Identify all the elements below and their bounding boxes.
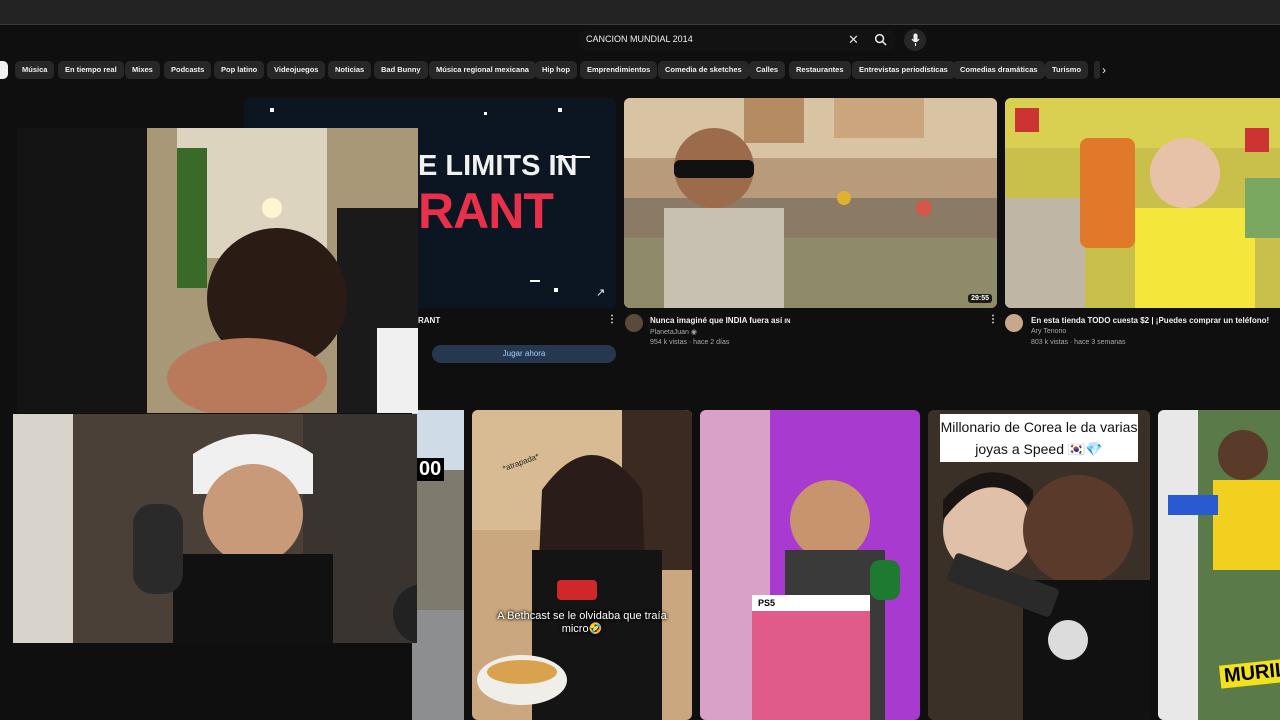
chevron-right-icon[interactable]: › — [1102, 63, 1106, 77]
search-box[interactable]: CANCION MUNDIAL 2014 ✕ — [578, 29, 896, 51]
thumbnail-art — [412, 410, 464, 720]
webcam-feed — [13, 414, 417, 643]
more-vert-icon[interactable]: ⋮ — [607, 314, 617, 325]
video-title[interactable]: Nunca imaginé que INDIA fuera así IN — [650, 316, 790, 325]
thumbnail-text-1: E LIMITS IN — [418, 150, 578, 182]
avatar[interactable] — [625, 314, 643, 332]
short-thumbnail[interactable]: PS5 — [700, 410, 920, 720]
verified-icon: ◉ — [690, 329, 697, 336]
thumbnail-art — [624, 98, 997, 308]
thumbnail-text-2: RANT — [418, 183, 554, 239]
chip-turismo[interactable]: Turismo — [1045, 61, 1089, 79]
voice-search-button[interactable] — [904, 29, 926, 51]
channel-name[interactable]: Ary Tenorio — [1031, 328, 1066, 335]
ps5-badge: PS5 — [758, 598, 776, 608]
external-link-icon[interactable]: ↗ — [596, 286, 605, 299]
chip-en-tiempo-real[interactable]: En tiempo real — [58, 61, 124, 79]
short-caption: A Bethcast se le olvidaba que traía micr… — [497, 610, 667, 635]
chip-entrevistas-periodisticas[interactable]: Entrevistas periodísticas — [852, 61, 955, 79]
video-thumbnail[interactable] — [1005, 98, 1280, 308]
search-input[interactable]: CANCION MUNDIAL 2014 — [586, 34, 693, 44]
webcam-feed — [17, 128, 418, 413]
avatar[interactable] — [1005, 314, 1023, 332]
thumbnail-art — [1005, 98, 1280, 308]
chip-comedia-de-sketches[interactable]: Comedia de sketches — [658, 61, 749, 79]
chip-bad-bunny[interactable]: Bad Bunny — [374, 61, 428, 79]
duration-badge: 29:55 — [968, 294, 992, 303]
search-icon[interactable] — [874, 33, 887, 51]
video-stats: 803 k vistas · hace 3 semanas — [1031, 339, 1126, 346]
short-thumbnail[interactable]: 00 — [412, 410, 464, 720]
thumbnail-art — [700, 410, 920, 720]
chip-musica[interactable]: Música — [15, 61, 55, 79]
chip-pop-latino[interactable]: Pop latino — [214, 61, 265, 79]
chip-musica-regional-mexicana[interactable]: Música regional mexicana — [429, 61, 536, 79]
more-vert-icon[interactable]: ⋮ — [988, 314, 998, 325]
chip-emprendimientos[interactable]: Emprendimientos — [580, 61, 658, 79]
chip-calles[interactable]: Calles — [749, 61, 786, 79]
video-title[interactable]: RANT — [418, 316, 440, 325]
channel-name[interactable]: PlanetaJuan ◉ — [650, 328, 697, 336]
thumbnail-art — [472, 410, 692, 720]
video-title[interactable]: En esta tienda TODO cuesta $2 | ¡Puedes … — [1031, 316, 1269, 325]
chip-podcasts[interactable]: Podcasts — [164, 61, 212, 79]
video-stats: 954 k vistas · hace 2 días — [650, 339, 730, 346]
webcam-overlay-bottom — [13, 414, 417, 643]
chip-hip-hop[interactable]: Hip hop — [535, 61, 577, 79]
short-thumbnail[interactable]: MURIL — [1158, 410, 1280, 720]
chip-noticias[interactable]: Noticias — [328, 61, 372, 79]
close-icon[interactable]: ✕ — [848, 32, 859, 48]
chip-comedias-dramaticas[interactable]: Comedias dramáticas — [953, 61, 1045, 79]
chip-videojuegos[interactable]: Videojuegos — [267, 61, 326, 79]
mic-icon — [911, 33, 920, 52]
short-caption: Millonario de Corea le da varias joyas a… — [940, 414, 1138, 462]
chip-more[interactable] — [1094, 61, 1100, 79]
chip-mixes[interactable]: Mixes — [125, 61, 160, 79]
chip-all[interactable] — [0, 61, 8, 79]
webcam-overlay-top — [17, 128, 418, 413]
play-now-button[interactable]: Jugar ahora — [432, 345, 616, 363]
top-browser-strip — [0, 0, 1280, 25]
video-thumbnail[interactable]: 29:55 — [624, 98, 997, 308]
short-overlay-text: 00 — [416, 458, 445, 481]
chip-restaurantes[interactable]: Restaurantes — [789, 61, 851, 79]
short-thumbnail[interactable]: Millonario de Corea le da varias joyas a… — [928, 410, 1150, 720]
short-thumbnail[interactable]: *atrapada* A Bethcast se le olvidaba que… — [472, 410, 692, 720]
